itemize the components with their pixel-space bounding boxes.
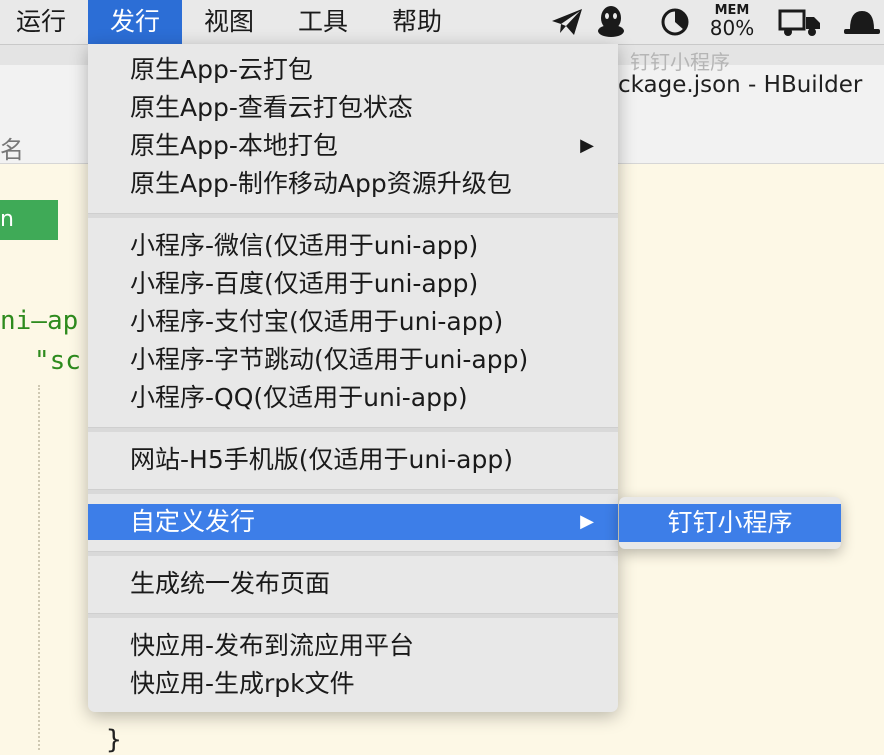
menu-item-h5[interactable]: 网站-H5手机版(仅适用于uni-app): [88, 442, 618, 478]
menu-item-mp-weixin[interactable]: 小程序-微信(仅适用于uni-app): [88, 228, 618, 264]
green-button[interactable]: n: [0, 200, 58, 240]
menu-separator: [88, 551, 618, 556]
menu-item-label: 原生App-本地打包: [130, 131, 338, 160]
menu-separator: [88, 613, 618, 618]
menu-separator: [88, 213, 618, 218]
menu-item-label: 原生App-查看云打包状态: [130, 93, 413, 122]
menu-item-label: 快应用-生成rpk文件: [130, 669, 355, 698]
menu-run[interactable]: 运行: [0, 0, 82, 44]
submenu-arrow-icon: ▶: [580, 511, 594, 532]
qq-penguin-icon[interactable]: [596, 0, 628, 44]
menu-item-label: 小程序-支付宝(仅适用于uni-app): [130, 307, 504, 336]
menu-item-mp-alipay[interactable]: 小程序-支付宝(仅适用于uni-app): [88, 304, 618, 340]
menu-item-custom-publish[interactable]: 自定义发行 ▶: [88, 504, 618, 540]
indent-guide: [38, 385, 40, 750]
paper-plane-icon[interactable]: [550, 0, 584, 44]
mem-value: 80%: [709, 16, 755, 40]
menu-item-label: 小程序-QQ(仅适用于uni-app): [130, 383, 468, 412]
menu-view[interactable]: 视图: [190, 0, 268, 44]
publish-dropdown-menu: 原生App-云打包 原生App-查看云打包状态 原生App-本地打包 ▶ 原生Ap…: [88, 44, 618, 712]
menu-item-mp-qq[interactable]: 小程序-QQ(仅适用于uni-app): [88, 380, 618, 416]
submenu-item-dingtalk-miniprogram[interactable]: 钉钉小程序: [619, 504, 841, 542]
menu-item-native-resource-upgrade[interactable]: 原生App-制作移动App资源升级包: [88, 166, 618, 202]
menu-item-label: 网站-H5手机版(仅适用于uni-app): [130, 445, 513, 474]
background-tab-title[interactable]: 钉钉小程序: [630, 46, 730, 75]
mem-monitor[interactable]: MEM 80%: [704, 4, 760, 39]
menu-separator: [88, 427, 618, 432]
menu-item-quickapp-rpk[interactable]: 快应用-生成rpk文件: [88, 666, 618, 702]
menu-tools[interactable]: 工具: [284, 0, 362, 44]
menu-item-generate-release-page[interactable]: 生成统一发布页面: [88, 566, 618, 602]
truck-icon[interactable]: [778, 0, 822, 44]
menu-item-label: 原生App-云打包: [130, 55, 313, 84]
menu-item-native-local-package[interactable]: 原生App-本地打包 ▶: [88, 128, 618, 164]
menu-item-label: 小程序-微信(仅适用于uni-app): [130, 231, 479, 260]
menu-bar: 运行 发行 视图 工具 帮助 MEM 80%: [0, 0, 884, 45]
menu-item-mp-baidu[interactable]: 小程序-百度(仅适用于uni-app): [88, 266, 618, 302]
menu-publish[interactable]: 发行: [88, 0, 182, 44]
menu-item-mp-toutiao[interactable]: 小程序-字节跳动(仅适用于uni-app): [88, 342, 618, 378]
menu-item-label: 小程序-字节跳动(仅适用于uni-app): [130, 345, 529, 374]
menu-item-label: 生成统一发布页面: [130, 569, 331, 598]
hat-icon[interactable]: [842, 0, 882, 44]
menu-item-native-cloud-package[interactable]: 原生App-云打包: [88, 52, 618, 88]
submenu-arrow-icon: ▶: [580, 135, 594, 156]
menu-item-label: 自定义发行: [130, 507, 256, 536]
menu-item-label: 快应用-发布到流应用平台: [130, 631, 415, 660]
menu-item-label: 小程序-百度(仅适用于uni-app): [130, 269, 479, 298]
menu-item-label: 原生App-制作移动App资源升级包: [130, 169, 512, 198]
menu-help[interactable]: 帮助: [378, 0, 456, 44]
code-brace: }: [106, 725, 122, 755]
name-label-fragment: 名: [0, 136, 24, 164]
window-title: ckage.json - HBuilder: [618, 72, 863, 98]
menu-separator: [88, 489, 618, 494]
code-line: "sc: [34, 346, 81, 376]
custom-publish-submenu: 钉钉小程序: [619, 497, 841, 549]
menu-item-quickapp-publish[interactable]: 快应用-发布到流应用平台: [88, 628, 618, 664]
code-line: ni–ap: [0, 306, 79, 336]
clock-icon[interactable]: [660, 0, 692, 44]
menu-item-native-cloud-status[interactable]: 原生App-查看云打包状态: [88, 90, 618, 126]
